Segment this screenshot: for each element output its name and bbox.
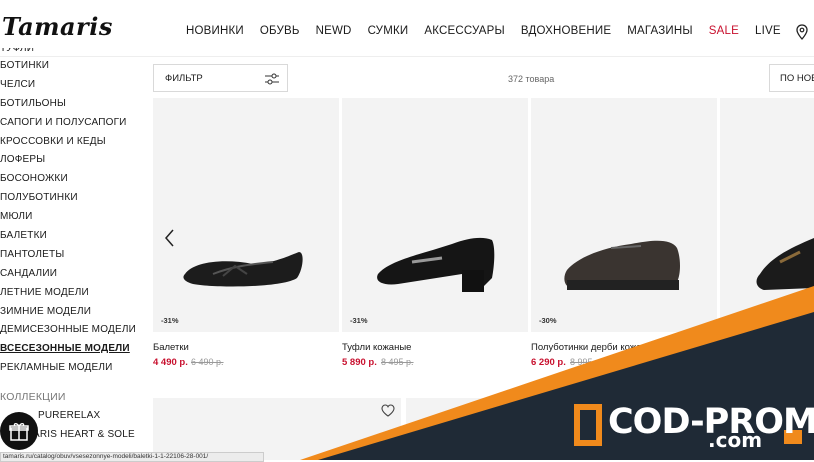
promo-subtitle: .com bbox=[708, 428, 763, 452]
promo-banner bbox=[300, 286, 814, 460]
